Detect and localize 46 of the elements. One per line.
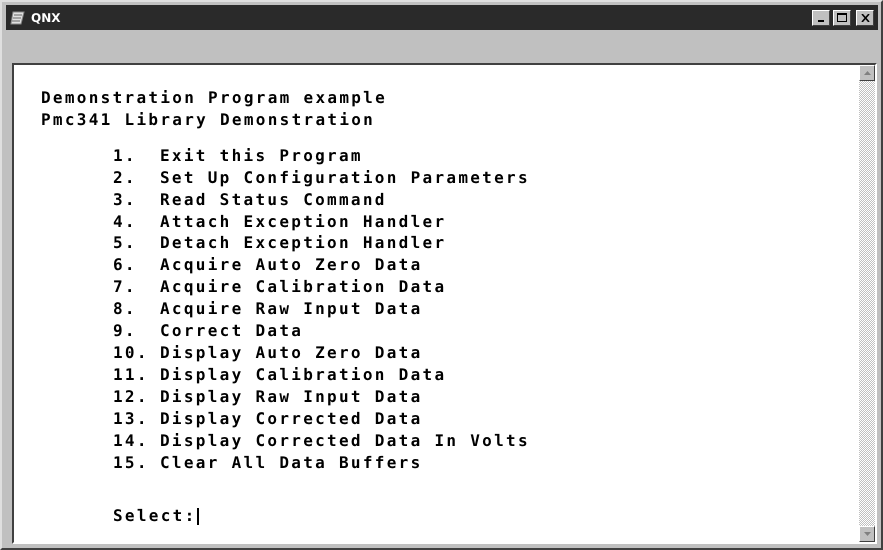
menu-item-label: Detach Exception Handler [160,232,446,254]
scroll-up-button[interactable] [859,65,875,81]
menu-item-label: Attach Exception Handler [160,210,446,232]
window-title: QNX [31,10,62,24]
maximize-button[interactable] [833,10,851,26]
menu-item-label: Acquire Auto Zero Data [160,254,423,276]
menu-item-label: Display Raw Input Data [160,386,423,408]
text-cursor [196,508,199,525]
menu-number: 1. [113,144,138,167]
select-prompt: Select: [113,505,197,528]
menu-item-label: Display Calibration Data [160,364,446,386]
menu-number: 6. [113,254,138,276]
close-icon [860,14,870,22]
menu-number: 3. [113,188,138,211]
maximize-icon [837,13,847,22]
menu-item-label: Set Up Configuration Parameters [160,166,530,189]
menu-number: 12. [113,386,150,408]
menu-number: 11. [113,364,150,386]
menu-number: 4. [113,210,138,232]
menu-item-label: Read Status Command [160,188,387,211]
close-button[interactable] [856,10,874,26]
menu-item-label: Clear All Data Buffers [160,452,423,474]
menu-number: 9. [113,320,138,342]
menu-item-label: Display Corrected Data [160,408,423,430]
menu-number: 8. [113,298,138,320]
up-arrow-icon [864,71,870,75]
menu-item-label: Acquire Calibration Data [160,276,446,298]
scroll-down-button[interactable] [859,526,875,542]
menu-number: 10. [113,342,150,364]
menu-item-label: Display Auto Zero Data [160,342,423,364]
menu-item-label: Acquire Raw Input Data [160,298,423,320]
vertical-scrollbar[interactable] [859,65,875,542]
header-line: Demonstration Program example [41,87,388,109]
minimize-button[interactable] [812,10,830,26]
menu-number: 5. [113,232,138,254]
menu-number: 14. [113,430,150,452]
header-line: Pmc341 Library Demonstration [41,108,376,131]
menu-number: 13. [113,408,150,430]
menu-number: 15. [113,452,150,474]
menu-item-label: Exit this Program [160,144,363,167]
menu-number: 2. [113,166,138,189]
down-arrow-icon [864,532,870,536]
menu-item-label: Correct Data [160,320,304,342]
menu-number: 7. [113,276,138,298]
minimize-icon [818,20,824,22]
menu-item-label: Display Corrected Data In Volts [160,430,530,452]
